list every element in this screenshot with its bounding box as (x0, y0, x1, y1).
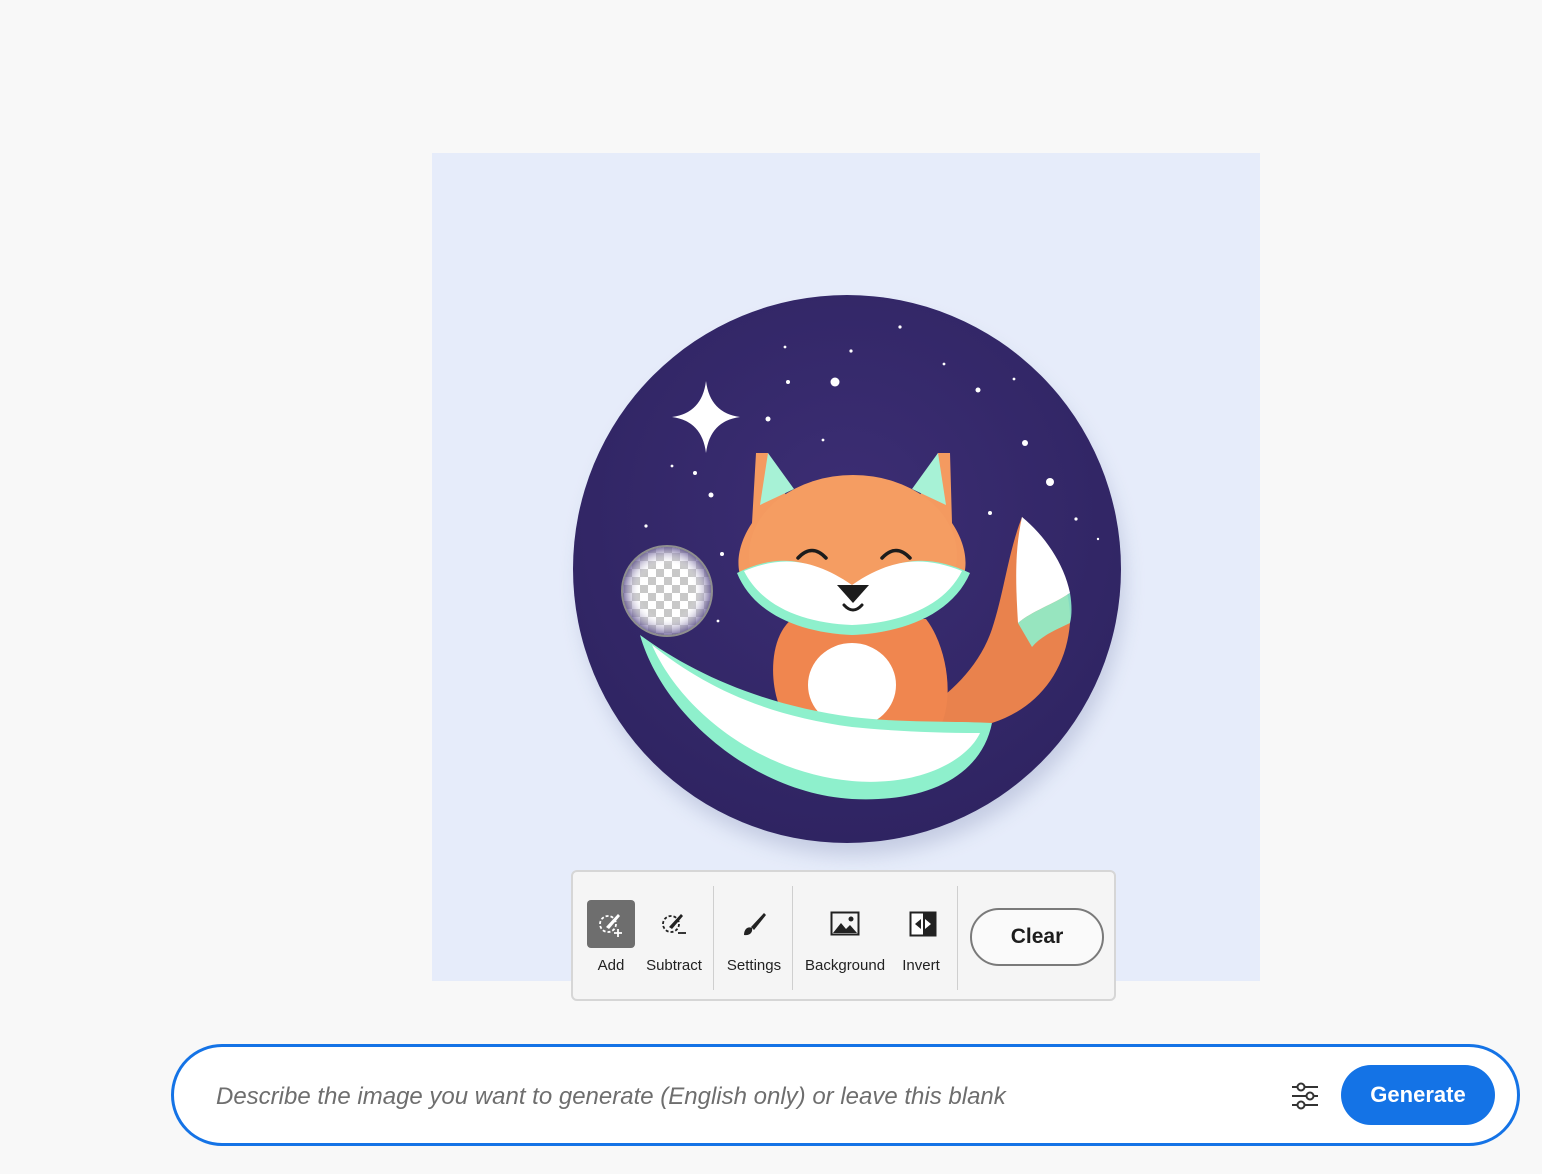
prompt-bar: Generate (171, 1044, 1520, 1146)
toolbar-divider (792, 886, 793, 990)
mask-toolbar: Add Subtract Settings Background Invert … (571, 870, 1116, 1001)
background-tool-label: Background (805, 957, 886, 974)
brush-cursor (621, 545, 713, 637)
image-canvas[interactable] (432, 153, 1260, 981)
fox-artwork (573, 295, 1124, 855)
subtract-tool-button[interactable]: Subtract (644, 900, 704, 980)
invert-tool-button[interactable]: Invert (899, 900, 943, 980)
toolbar-divider (713, 886, 714, 990)
brush-subtract-icon (650, 900, 698, 948)
add-tool-label: Add (597, 957, 625, 974)
background-tool-button[interactable]: Background (805, 900, 885, 980)
brush-icon (730, 900, 778, 948)
clear-button[interactable]: Clear (970, 908, 1104, 966)
invert-tool-label: Invert (902, 957, 940, 974)
settings-tool-label: Settings (726, 957, 782, 974)
image-icon (821, 900, 869, 948)
toolbar-divider (957, 886, 958, 990)
brush-add-icon (587, 900, 635, 948)
sliders-icon[interactable] (1289, 1080, 1321, 1112)
settings-tool-button[interactable]: Settings (725, 900, 783, 980)
add-tool-button[interactable]: Add (585, 900, 637, 980)
subtract-tool-label: Subtract (646, 957, 702, 974)
invert-icon (899, 900, 947, 948)
generate-button[interactable]: Generate (1341, 1065, 1495, 1125)
prompt-input[interactable] (214, 1073, 1278, 1121)
